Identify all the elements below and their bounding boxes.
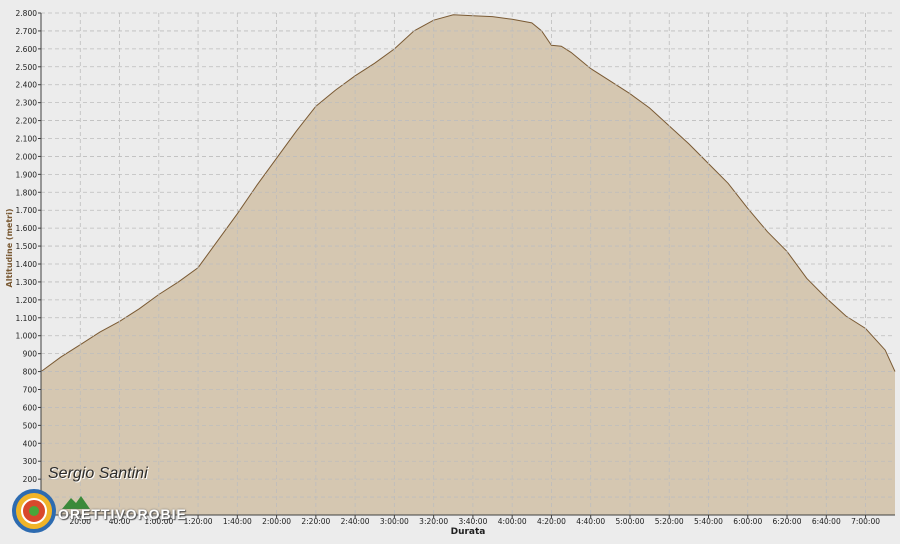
y-tick-label: 1.700 [16,206,38,215]
y-tick-label: 2.100 [16,135,38,144]
y-tick-label: 1.600 [16,224,38,233]
y-tick-label: 1.400 [16,260,38,269]
x-tick-label: 4:40:00 [576,517,605,526]
x-tick-label: 7:00:00 [851,517,880,526]
y-tick-label: 1.500 [16,242,38,251]
logo [12,489,56,533]
logo-text: ORETTIVOROBIE [58,506,187,522]
y-tick-label: 200 [23,475,38,484]
y-tick-label: 1.800 [16,188,38,197]
x-tick-label: 2:20:00 [301,517,330,526]
y-tick-label: 500 [23,421,38,430]
y-tick-label: 2.300 [16,99,38,108]
y-tick-label: 2.800 [16,9,38,18]
y-tick-label: 2.600 [16,45,38,54]
x-tick-label: 2:40:00 [341,517,370,526]
y-tick-label: 2.700 [16,27,38,36]
x-tick-label: 1:20:00 [184,517,213,526]
x-tick-label: 6:20:00 [773,517,802,526]
x-tick-label: 2:00:00 [262,517,291,526]
y-tick-label: 1.000 [16,332,38,341]
y-tick-label: 900 [23,350,38,359]
logo-badge-icon [12,489,56,533]
x-tick-label: 1:40:00 [223,517,252,526]
x-tick-label: 3:40:00 [458,517,487,526]
x-tick-label: 3:20:00 [419,517,448,526]
y-tick-label: 1.300 [16,278,38,287]
y-tick-label: 2.500 [16,63,38,72]
y-tick-label: 300 [23,457,38,466]
y-tick-label: 1.100 [16,314,38,323]
y-tick-label: 1.900 [16,170,38,179]
y-tick-label: 800 [23,368,38,377]
elevation-profile-chart: 2.800 2.700 2.600 2.500 2.400 2.300 2.200 2.100… [0,0,900,540]
x-tick-label: 4:20:00 [537,517,566,526]
y-tick-label: 400 [23,439,38,448]
y-tick-label: 1.200 [16,296,38,305]
x-tick-label: 5:40:00 [694,517,723,526]
x-tick-label: 5:00:00 [616,517,645,526]
y-tick-label: 600 [23,403,38,412]
x-tick-label: 5:20:00 [655,517,684,526]
x-tick-label: 3:00:00 [380,517,409,526]
chart-svg: 2.800 2.700 2.600 2.500 2.400 2.300 2.200 2.100… [5,9,896,537]
y-tick-label: 2.400 [16,81,38,90]
y-tick-label: 2.200 [16,117,38,126]
author-signature: Sergio Santini [48,465,148,482]
x-axis-label: Durata [451,527,486,537]
x-tick-label: 6:40:00 [812,517,841,526]
x-tick-label: 6:00:00 [733,517,762,526]
x-tick-label: 4:00:00 [498,517,527,526]
y-tick-label: 2.000 [16,152,38,161]
y-tick-label: 700 [23,386,38,395]
y-axis-label: Altitudine (metri) [5,209,14,288]
